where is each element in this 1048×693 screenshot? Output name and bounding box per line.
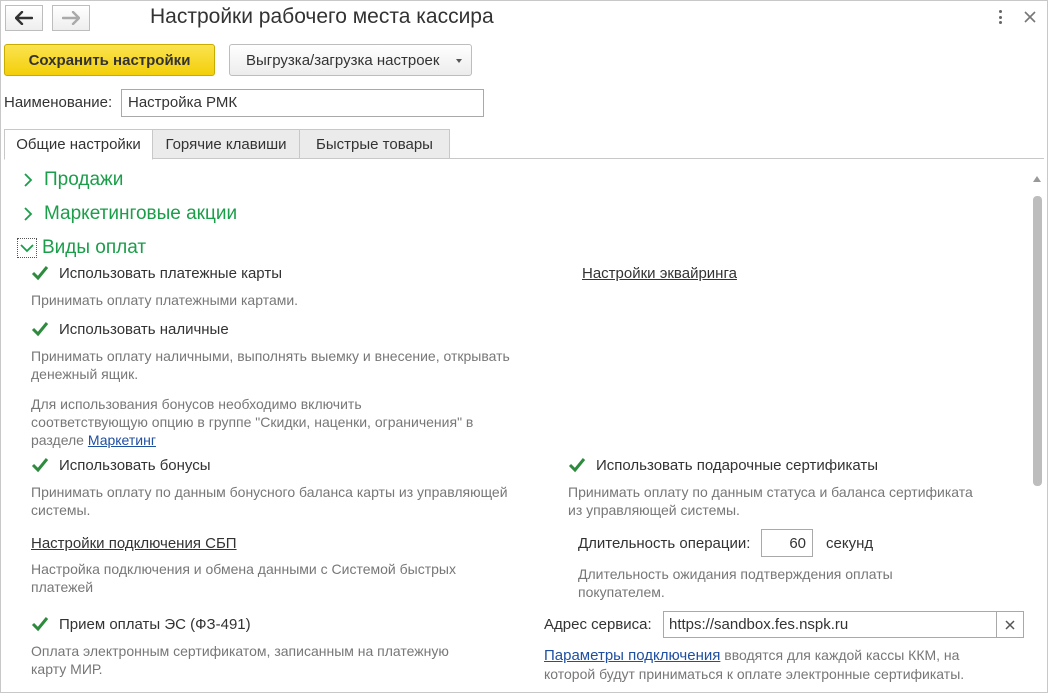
export-import-button[interactable]: Выгрузка/загрузка настроек xyxy=(229,44,472,76)
duration-hint-line2: покупателем. xyxy=(578,584,665,600)
sbp-settings-link[interactable]: Настройки подключения СБП xyxy=(31,535,237,552)
checkbox-label: Использовать подарочные сертификаты xyxy=(596,456,879,474)
service-address-label: Адрес сервиса: xyxy=(544,616,652,633)
cards-hint: Принимать оплату платежными картами. xyxy=(31,292,299,308)
tab-general[interactable]: Общие настройки xyxy=(4,129,153,160)
arrow-right-icon xyxy=(62,11,80,25)
cash-hint: Принимать оплату наличными, выполнять вы… xyxy=(31,347,571,383)
scroll-up-icon[interactable] xyxy=(1032,174,1042,184)
scrollbar-thumb[interactable] xyxy=(1033,196,1042,486)
params-text-line1: вводятся для каждой кассы ККМ, на xyxy=(720,647,960,663)
tab-divider xyxy=(4,158,1044,159)
es-hint-line2: карту МИР. xyxy=(31,661,103,677)
export-import-label: Выгрузка/загрузка настроек xyxy=(246,51,440,69)
duration-hint: Длительность ожидания подтверждения опла… xyxy=(578,565,978,601)
checkmark-icon xyxy=(568,456,586,474)
sbp-hint: Настройка подключения и обмена данными с… xyxy=(31,560,551,596)
group-sales-label: Продажи xyxy=(44,169,124,190)
gift-hint-line1: Принимать оплату по данным статуса и бал… xyxy=(568,484,973,500)
save-settings-button[interactable]: Сохранить настройки xyxy=(4,44,215,76)
bonuses-hint-line2: системы. xyxy=(31,502,91,518)
service-address-input[interactable]: https://sandbox.fes.nspk.ru xyxy=(663,611,997,638)
params-text-line2: которой будут приниматься к оплате элект… xyxy=(544,666,965,682)
group-payments-label: Виды оплат xyxy=(42,237,147,258)
gift-certificates-hint: Принимать оплату по данным статуса и бал… xyxy=(568,483,1028,519)
service-params-note: Параметры подключения вводятся для каждо… xyxy=(544,646,1034,683)
checkmark-icon xyxy=(31,615,49,633)
more-icon[interactable] xyxy=(994,8,1006,26)
acquiring-settings-link[interactable]: Настройки эквайринга xyxy=(582,265,737,282)
checkmark-icon xyxy=(31,456,49,474)
bonus-note-line3: разделе xyxy=(31,432,84,448)
arrow-left-icon xyxy=(15,11,33,25)
checkbox-use-cash[interactable]: Использовать наличные xyxy=(31,319,229,339)
checkbox-label: Использовать бонусы xyxy=(59,456,211,474)
chevron-down-icon xyxy=(456,59,462,63)
window-title: Настройки рабочего места кассира xyxy=(150,5,494,28)
close-icon xyxy=(1005,619,1015,630)
sbp-hint-line1: Настройка подключения и обмена данными с… xyxy=(31,561,456,577)
cash-hint-line2: денежный ящик. xyxy=(31,366,139,382)
checkmark-icon xyxy=(31,320,49,338)
chevron-right-icon xyxy=(20,172,36,188)
es-hint: Оплата электронным сертификатом, записан… xyxy=(31,642,531,678)
back-button[interactable] xyxy=(5,5,43,31)
name-input[interactable]: Настройка РМК xyxy=(121,89,484,117)
gift-hint-line2: из управляющей системы. xyxy=(568,502,740,518)
bonus-note-line2: соответствующую опцию в группе "Скидки, … xyxy=(31,414,474,430)
duration-label: Длительность операции: xyxy=(578,535,751,552)
chevron-right-icon xyxy=(20,206,36,222)
group-marketing-label: Маркетинговые акции xyxy=(44,203,238,224)
checkbox-label: Использовать наличные xyxy=(59,320,229,338)
group-payments[interactable]: Виды оплат xyxy=(17,236,147,260)
close-icon[interactable] xyxy=(1022,9,1038,25)
checkmark-icon xyxy=(31,264,49,282)
clear-button[interactable] xyxy=(996,611,1024,638)
marketing-link[interactable]: Маркетинг xyxy=(88,432,156,448)
bonuses-hint-line1: Принимать оплату по данным бонусного бал… xyxy=(31,484,508,500)
name-label: Наименование: xyxy=(4,94,113,111)
tab-quick-goods[interactable]: Быстрые товары xyxy=(299,129,450,159)
group-sales[interactable]: Продажи xyxy=(20,168,123,192)
duration-unit: секунд xyxy=(826,535,874,552)
checkbox-es-payment[interactable]: Прием оплаты ЭС (ФЗ-491) xyxy=(31,614,251,634)
checkbox-label: Использовать платежные карты xyxy=(59,264,282,282)
checkbox-label: Прием оплаты ЭС (ФЗ-491) xyxy=(59,615,251,633)
duration-input[interactable]: 60 xyxy=(761,529,813,557)
forward-button[interactable] xyxy=(52,5,90,31)
cash-hint-line1: Принимать оплату наличными, выполнять вы… xyxy=(31,348,510,364)
duration-hint-line1: Длительность ожидания подтверждения опла… xyxy=(578,566,893,582)
es-hint-line1: Оплата электронным сертификатом, записан… xyxy=(31,643,449,659)
checkbox-use-gift-certificates[interactable]: Использовать подарочные сертификаты xyxy=(568,455,878,475)
bonus-note: Для использования бонусов необходимо вкл… xyxy=(31,395,571,449)
connection-params-link[interactable]: Параметры подключения xyxy=(544,647,720,664)
bonus-note-line1: Для использования бонусов необходимо вкл… xyxy=(31,396,362,412)
bonuses-hint: Принимать оплату по данным бонусного бал… xyxy=(31,483,571,519)
checkbox-use-cards[interactable]: Использовать платежные карты xyxy=(31,263,282,283)
checkbox-use-bonuses[interactable]: Использовать бонусы xyxy=(31,455,211,475)
sbp-hint-line2: платежей xyxy=(31,579,94,595)
group-marketing[interactable]: Маркетинговые акции xyxy=(20,202,237,226)
chevron-down-icon xyxy=(17,238,37,258)
tab-hotkeys[interactable]: Горячие клавиши xyxy=(152,129,300,159)
